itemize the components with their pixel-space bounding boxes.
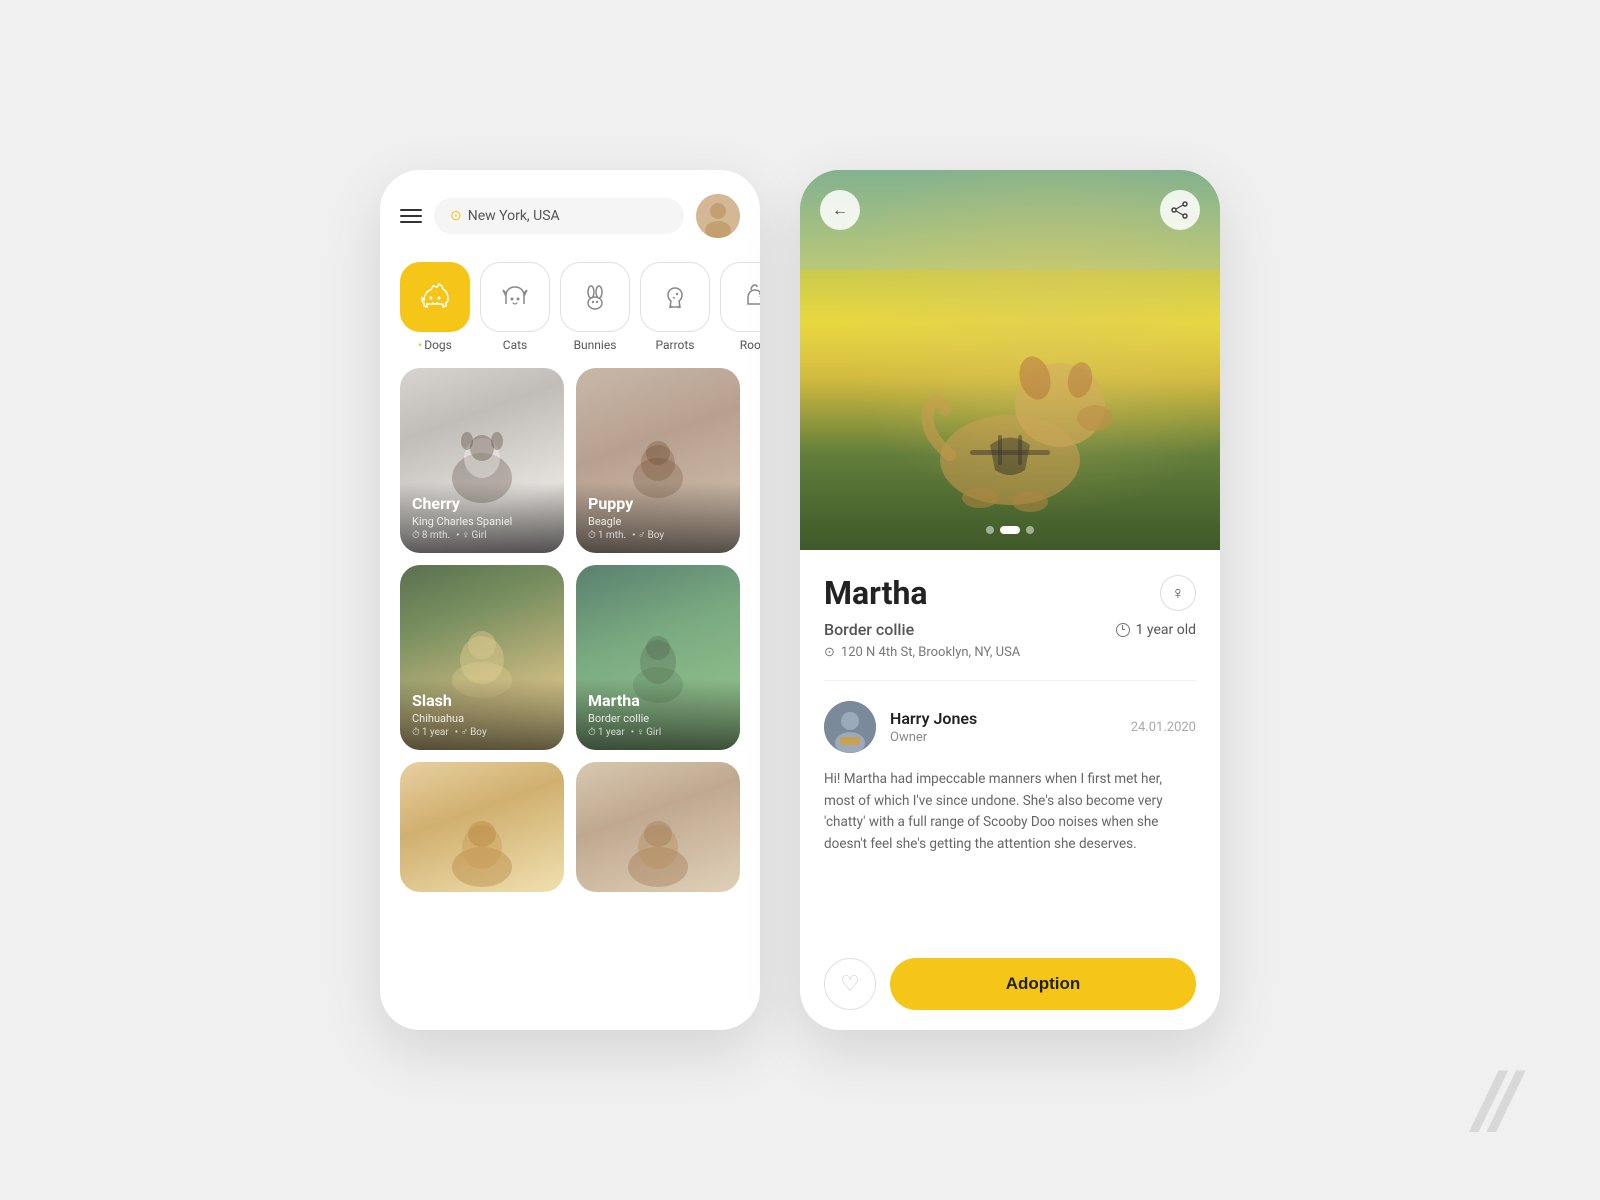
category-list: Dogs Cats bbox=[380, 254, 760, 368]
parrot-icon bbox=[656, 278, 694, 316]
left-phone: ⊙ New York, USA Dogs bbox=[380, 170, 760, 1030]
location-pill[interactable]: ⊙ New York, USA bbox=[434, 198, 684, 234]
hamburger-menu[interactable] bbox=[400, 209, 422, 223]
detail-breed-row: Border collie 1 year old bbox=[824, 620, 1196, 639]
detail-age: 1 year old bbox=[1116, 622, 1196, 638]
pet-grid: Cherry King Charles Spaniel ⏱ 8 mth. • ♀… bbox=[380, 368, 760, 750]
pet-card-puppy[interactable]: Puppy Beagle ⏱ 1 mth. • ♂ Boy bbox=[576, 368, 740, 553]
gender-icon: ♀ bbox=[1160, 575, 1196, 611]
martha-list-breed: Border collie bbox=[588, 712, 728, 725]
detail-hero-image: ← bbox=[800, 170, 1220, 550]
slash-meta: ⏱ 1 year • ♂ Boy bbox=[412, 727, 552, 738]
cat-icon bbox=[496, 278, 534, 316]
detail-pet-name: Martha bbox=[824, 574, 928, 612]
category-roosters[interactable]: Roo... bbox=[720, 262, 760, 352]
cherry-meta: ⏱ 8 mth. • ♀ Girl bbox=[412, 530, 552, 541]
dot-1 bbox=[986, 526, 994, 534]
bunnies-icon-box bbox=[560, 262, 630, 332]
category-cats[interactable]: Cats bbox=[480, 262, 550, 352]
parrots-icon-box bbox=[640, 262, 710, 332]
owner-avatar bbox=[824, 701, 876, 753]
adoption-button[interactable]: Adoption bbox=[890, 958, 1196, 1010]
image-dots bbox=[986, 526, 1034, 534]
location-text: New York, USA bbox=[468, 208, 560, 224]
owner-info: Harry Jones Owner bbox=[890, 709, 1117, 745]
detail-actions: ♡ Adoption bbox=[824, 958, 1196, 1010]
share-button[interactable] bbox=[1160, 190, 1200, 230]
cherry-name: Cherry bbox=[412, 494, 552, 513]
puppy-name: Puppy bbox=[588, 494, 728, 513]
dogs-icon-box bbox=[400, 262, 470, 332]
puppy-overlay: Puppy Beagle ⏱ 1 mth. • ♂ Boy bbox=[576, 482, 740, 553]
user-avatar[interactable] bbox=[696, 194, 740, 238]
parrots-label: Parrots bbox=[655, 338, 694, 352]
puppy-breed: Beagle bbox=[588, 515, 728, 528]
top-bar: ⊙ New York, USA bbox=[380, 170, 760, 254]
category-bunnies[interactable]: Bunnies bbox=[560, 262, 630, 352]
pet-card-martha[interactable]: Martha Border collie ⏱ 1 year • ♀ Girl bbox=[576, 565, 740, 750]
favorite-button[interactable]: ♡ bbox=[824, 958, 876, 1010]
bottom-card-2[interactable] bbox=[576, 762, 740, 892]
location-pin-icon: ⊙ bbox=[824, 645, 835, 660]
pet-card-slash[interactable]: Slash Chihuahua ⏱ 1 year • ♂ Boy bbox=[400, 565, 564, 750]
owner-row: Harry Jones Owner 24.01.2020 bbox=[824, 701, 1196, 753]
adoption-label: Adoption bbox=[1006, 974, 1081, 994]
back-button[interactable]: ← bbox=[820, 190, 860, 230]
bottom-card-1[interactable] bbox=[400, 762, 564, 892]
dogs-label: Dogs bbox=[418, 338, 452, 352]
dog-icon bbox=[416, 278, 454, 316]
owner-role: Owner bbox=[890, 730, 1117, 745]
bunny-icon bbox=[576, 278, 614, 316]
category-dogs[interactable]: Dogs bbox=[400, 262, 470, 352]
pet-description: Hi! Martha had impeccable manners when I… bbox=[824, 769, 1196, 938]
slash-breed: Chihuahua bbox=[412, 712, 552, 725]
dot-2 bbox=[1000, 526, 1020, 534]
owner-name: Harry Jones bbox=[890, 709, 1117, 728]
martha-list-name: Martha bbox=[588, 691, 728, 710]
detail-header: Martha ♀ bbox=[824, 574, 1196, 612]
pet-card-cherry[interactable]: Cherry King Charles Spaniel ⏱ 8 mth. • ♀… bbox=[400, 368, 564, 553]
right-phone: ← Martha ♀ Borde bbox=[800, 170, 1220, 1030]
location-icon: ⊙ bbox=[450, 208, 462, 224]
roosters-label: Roo... bbox=[740, 338, 760, 352]
cats-icon-box bbox=[480, 262, 550, 332]
slash-name: Slash bbox=[412, 691, 552, 710]
bottom-cards bbox=[380, 762, 760, 892]
slash-overlay: Slash Chihuahua ⏱ 1 year • ♂ Boy bbox=[400, 679, 564, 750]
age-text: 1 year old bbox=[1136, 622, 1196, 638]
dot-3 bbox=[1026, 526, 1034, 534]
divider bbox=[824, 680, 1196, 681]
cherry-overlay: Cherry King Charles Spaniel ⏱ 8 mth. • ♀… bbox=[400, 482, 564, 553]
location-address: 120 N 4th St, Brooklyn, NY, USA bbox=[841, 645, 1020, 660]
detail-location: ⊙ 120 N 4th St, Brooklyn, NY, USA bbox=[824, 645, 1196, 660]
clock-icon bbox=[1116, 623, 1130, 637]
martha-list-meta: ⏱ 1 year • ♀ Girl bbox=[588, 727, 728, 738]
cherry-breed: King Charles Spaniel bbox=[412, 515, 552, 528]
detail-navigation: ← bbox=[800, 190, 1220, 230]
roosters-icon-box bbox=[720, 262, 760, 332]
detail-breed: Border collie bbox=[824, 620, 914, 639]
detail-content: Martha ♀ Border collie 1 year old ⊙ 120 … bbox=[800, 550, 1220, 1030]
owner-date: 24.01.2020 bbox=[1131, 720, 1196, 735]
puppy-meta: ⏱ 1 mth. • ♂ Boy bbox=[588, 530, 728, 541]
rooster-icon bbox=[736, 278, 760, 316]
cats-label: Cats bbox=[503, 338, 527, 352]
martha-overlay: Martha Border collie ⏱ 1 year • ♀ Girl bbox=[576, 679, 740, 750]
category-parrots[interactable]: Parrots bbox=[640, 262, 710, 352]
bunnies-label: Bunnies bbox=[574, 338, 617, 352]
decorative-slash: // bbox=[1475, 1060, 1520, 1140]
